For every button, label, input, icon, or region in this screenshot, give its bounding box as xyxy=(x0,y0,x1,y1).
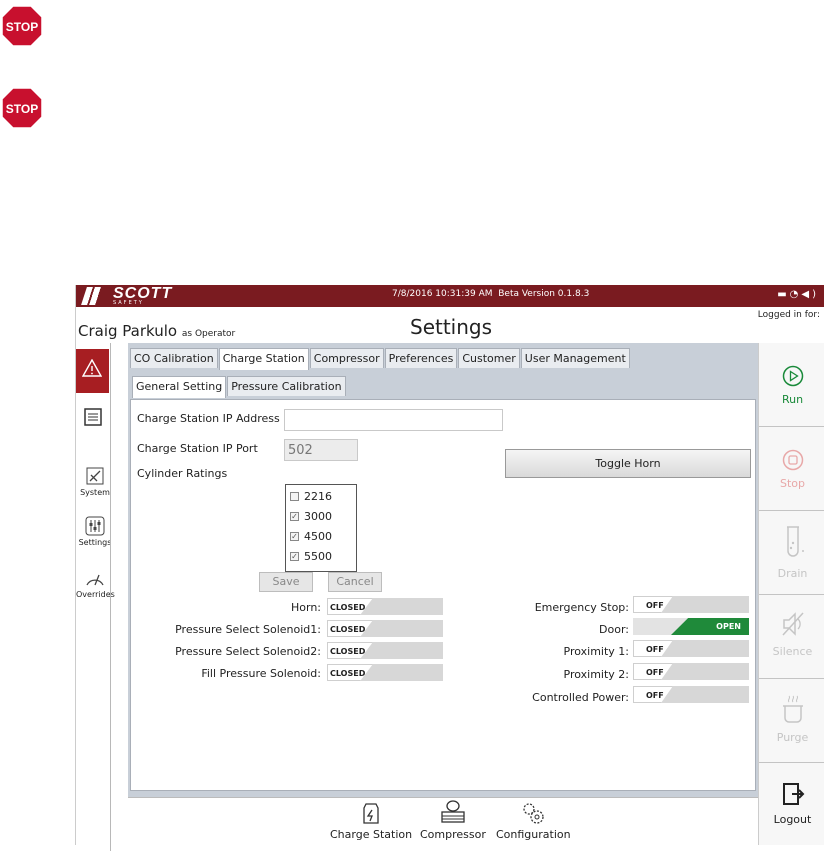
nav-charge-station[interactable]: Charge Station xyxy=(330,800,412,841)
settings-panel: CO Calibration Charge Station Compressor… xyxy=(128,343,758,797)
status-label: Proximity 1: xyxy=(563,645,629,658)
logout-icon xyxy=(782,783,804,805)
version: Beta Version 0.1.8.3 xyxy=(498,289,590,299)
cylinder-option-4500[interactable]: ✓ 4500 xyxy=(290,530,332,543)
drain-beaker-icon xyxy=(786,526,804,557)
tab-compressor[interactable]: Compressor xyxy=(309,348,384,368)
list-tab[interactable] xyxy=(76,397,109,437)
tab-user-management[interactable]: User Management xyxy=(520,348,630,368)
ip-port-label: Charge Station IP Port xyxy=(137,442,258,455)
general-settings-panel: Charge Station IP Address Charge Station… xyxy=(130,399,756,791)
title-bar: SCOTT SAFETY 7/8/2016 10:31:39 AM Beta Ve… xyxy=(76,285,824,307)
cylinder-option-5500[interactable]: ✓ 5500 xyxy=(290,550,332,563)
status-label: Horn: xyxy=(290,601,321,614)
wifi-icon: ◔ xyxy=(789,289,802,300)
emergency-stop-state: OFF xyxy=(633,596,749,613)
play-icon xyxy=(782,365,803,387)
svg-text:STOP: STOP xyxy=(6,20,38,34)
subtab-area: General Setting Pressure Calibration Cha… xyxy=(128,371,758,797)
ip-address-input[interactable] xyxy=(284,409,503,431)
solenoid1-state: CLOSED xyxy=(327,620,443,637)
drain-button[interactable]: Drain xyxy=(759,511,824,595)
tab-charge-station[interactable]: Charge Station xyxy=(218,348,309,370)
purge-pot-icon xyxy=(782,695,803,723)
main-tabs: CO Calibration Charge Station Compressor… xyxy=(130,348,630,370)
gears-icon xyxy=(523,803,544,824)
checkbox-checked[interactable]: ✓ xyxy=(290,512,299,521)
charge-station-icon xyxy=(363,803,379,824)
system-tools-icon xyxy=(86,467,104,485)
nav-configuration[interactable]: Configuration xyxy=(496,800,571,841)
purge-button[interactable]: Purge xyxy=(759,679,824,763)
action-bar: Run Stop Drain Silence Purge Logout xyxy=(758,343,824,845)
user-name: Craig Parkulo as Operator xyxy=(78,322,236,340)
checkbox-checked[interactable]: ✓ xyxy=(290,532,299,541)
datetime: 7/8/2016 10:31:39 AM xyxy=(392,289,493,299)
overrides-gauge-icon xyxy=(86,574,104,586)
cancel-button[interactable]: Cancel xyxy=(328,572,382,592)
checkbox[interactable] xyxy=(290,492,299,501)
toggle-horn-button[interactable]: Toggle Horn xyxy=(505,449,751,478)
left-nav: System Settings Overrides xyxy=(76,343,115,633)
logged-in-label: Logged in for: xyxy=(757,310,820,320)
battery-icon: ▬ xyxy=(777,289,790,300)
fill-pressure-state: CLOSED xyxy=(327,664,443,681)
door-state: OPEN xyxy=(633,618,749,635)
horn-state: CLOSED xyxy=(327,598,443,615)
silence-button[interactable]: Silence xyxy=(759,595,824,679)
status-label: Door: xyxy=(599,623,629,636)
settings-sliders-icon xyxy=(85,516,105,536)
bottom-nav: Charge Station Compressor Configuration xyxy=(128,797,758,845)
logout-button[interactable]: Logout xyxy=(759,763,824,845)
tab-preferences[interactable]: Preferences xyxy=(384,348,458,368)
status-label: Emergency Stop: xyxy=(534,601,629,614)
cylinder-option-2216[interactable]: 2216 xyxy=(290,490,332,503)
titlebar-info: 7/8/2016 10:31:39 AM Beta Version 0.1.8.… xyxy=(392,289,589,299)
list-icon xyxy=(83,408,102,426)
tab-co-calibration[interactable]: CO Calibration xyxy=(130,348,218,368)
compressor-icon xyxy=(441,800,465,823)
page-title: Settings xyxy=(410,315,493,339)
tab-general-setting[interactable]: General Setting xyxy=(132,376,227,398)
nav-overrides[interactable]: Overrides xyxy=(76,567,115,599)
status-icons: ▬◔◀) xyxy=(777,289,819,300)
stop-button[interactable]: Stop xyxy=(759,427,824,511)
stop-sign-icon: STOP xyxy=(1,87,43,129)
app-window: SCOTT SAFETY 7/8/2016 10:31:39 AM Beta Ve… xyxy=(75,285,824,851)
alerts-tab[interactable] xyxy=(76,349,109,393)
svg-text:STOP: STOP xyxy=(6,102,38,116)
stop-icon xyxy=(782,449,803,471)
nav-system[interactable]: System xyxy=(76,465,114,497)
cylinder-ratings-list: 2216 ✓ 3000 ✓ 4500 ✓ 5500 xyxy=(285,484,357,572)
proximity2-state: OFF xyxy=(633,663,749,680)
status-label: Proximity 2: xyxy=(563,668,629,681)
warning-icon xyxy=(82,359,102,377)
mute-speaker-icon xyxy=(781,612,804,636)
nav-settings[interactable]: Settings xyxy=(76,515,114,547)
cylinder-ratings-label: Cylinder Ratings xyxy=(137,467,228,480)
nav-compressor[interactable]: Compressor xyxy=(420,800,486,841)
checkbox-checked[interactable]: ✓ xyxy=(290,552,299,561)
stop-sign-icon: STOP xyxy=(1,5,43,47)
scott-safety-logo: SCOTT SAFETY xyxy=(81,285,172,306)
status-label: Controlled Power: xyxy=(532,691,629,704)
sub-tabs: General Setting Pressure Calibration xyxy=(132,376,346,398)
solenoid2-state: CLOSED xyxy=(327,642,443,659)
ip-address-label: Charge Station IP Address xyxy=(137,412,280,425)
save-button[interactable]: Save xyxy=(259,572,313,592)
status-label: Pressure Select Solenoid2: xyxy=(175,645,321,658)
speaker-icon: ◀) xyxy=(801,289,819,300)
proximity1-state: OFF xyxy=(633,640,749,657)
tab-customer[interactable]: Customer xyxy=(458,348,520,368)
run-button[interactable]: Run xyxy=(759,343,824,427)
ip-port-input[interactable]: 502 xyxy=(284,439,358,461)
status-label: Fill Pressure Solenoid: xyxy=(201,667,321,680)
user-role: as Operator xyxy=(181,329,236,339)
cylinder-option-3000[interactable]: ✓ 3000 xyxy=(290,510,332,523)
status-label: Pressure Select Solenoid1: xyxy=(175,623,321,636)
controlled-power-state: OFF xyxy=(633,686,749,703)
tab-pressure-calibration[interactable]: Pressure Calibration xyxy=(227,376,346,396)
left-divider xyxy=(110,343,128,851)
